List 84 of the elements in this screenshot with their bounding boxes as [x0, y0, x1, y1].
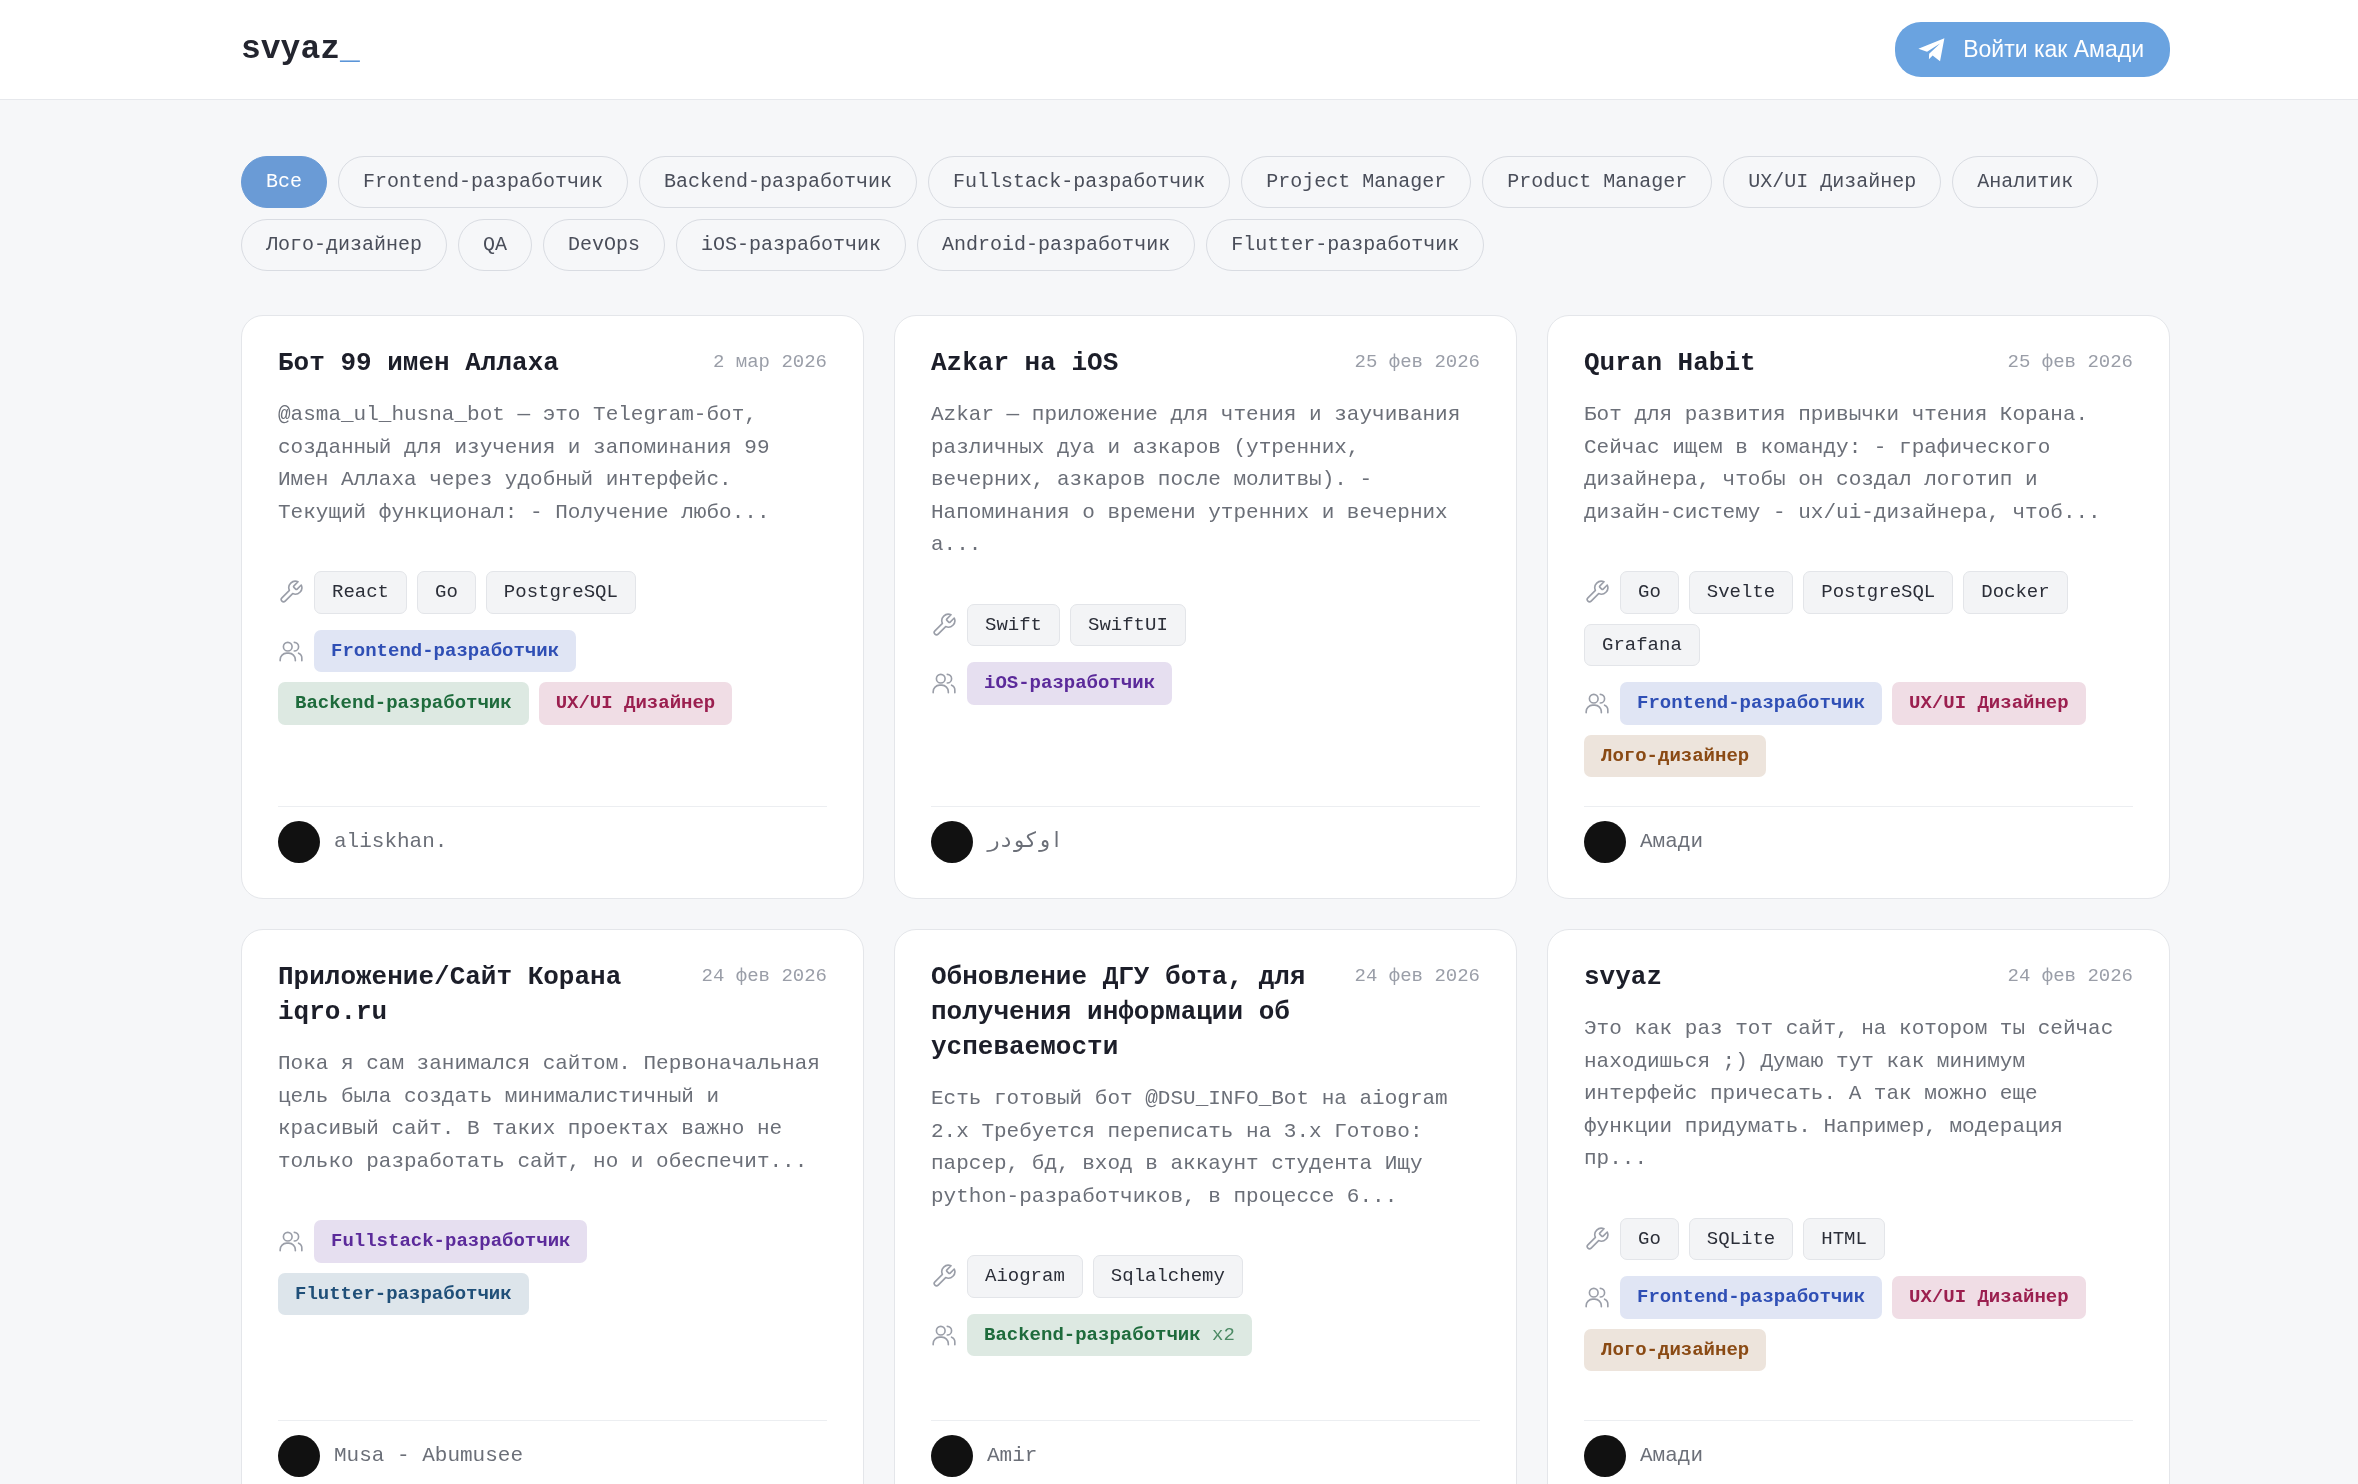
tech-tag: Swift — [967, 603, 1060, 646]
tech-tag: Go — [1620, 1217, 1679, 1260]
role-tag: Flutter-разработчик — [278, 1272, 529, 1315]
avatar-placeholder — [278, 1435, 320, 1477]
author-name: aliskhan. — [334, 829, 448, 855]
role-tag: Лого-дизайнер — [1584, 734, 1767, 777]
project-description: Azkar — приложение для чтения и заучивания различных дуа и азкаров (утренних, вечерних, азкаров после молитвы). - Напоминания о времени утренних и вечерних а... — [931, 402, 1462, 558]
author-name: Амади — [1640, 1443, 1703, 1469]
project-title: Бот 99 имен Аллаха — [278, 347, 559, 380]
tech-tag: React — [314, 571, 407, 614]
avatar-placeholder — [1584, 1435, 1626, 1477]
role-tag: UX/UI Дизайнер — [1892, 1276, 2086, 1319]
project-description: Это как раз тот сайт, на котором ты сейчас находишься ;) Думаю тут как минимум интерфейс причесать. А так можно еще функции придумать. Например, модерация пр... — [1584, 1016, 2115, 1172]
project-title: Приложение/Сайт Корана iqro.ru — [278, 961, 623, 1029]
avatar-placeholder — [278, 821, 320, 863]
project-card[interactable] — [241, 315, 864, 899]
avatar-placeholder — [931, 821, 973, 863]
filter-chip[interactable]: DevOps — [543, 219, 666, 271]
project-title: Azkar на iOS — [931, 347, 1119, 380]
wrench-icon — [1584, 579, 1610, 606]
tech-tag: Svelte — [1688, 571, 1794, 614]
filter-chip[interactable]: Backend-разработчик — [639, 156, 918, 208]
logo[interactable]: svyaz — [241, 30, 341, 68]
role-tag: Frontend-разработчик — [314, 629, 577, 672]
filter-chip[interactable]: iOS-разработчик — [676, 219, 907, 271]
project-title: Обновление ДГУ бота, для получения информации об успеваемости — [931, 961, 1307, 1064]
role-tag: UX/UI Дизайнер — [538, 682, 733, 725]
tech-tag: Go — [1620, 571, 1679, 614]
project-card[interactable] — [894, 929, 1517, 1484]
tech-tag: Docker — [1963, 571, 2068, 614]
project-card[interactable] — [894, 315, 1517, 899]
filter-chip[interactable]: QA — [458, 219, 533, 271]
filter-chip[interactable]: Аналитик — [1952, 156, 2099, 208]
filter-chip[interactable]: Лого-дизайнер — [241, 219, 448, 271]
post-date: 24 фев 2026 — [2007, 964, 2133, 989]
project-description: Пока я сам занимался сайтом. Первоначальная цель была создать минималистичный и красивый сайт. В таких проектах важно не только разработать сайт, но и обеспечит... — [278, 1051, 821, 1175]
project-card[interactable] — [1547, 315, 2170, 899]
project-description: Бот для развития привычки чтения Корана. Сейчас ищем в команду: - графического дизайнера, чтобы он создал логотип и дизайн-систему - ux/ui-дизайнера, чтоб... — [1584, 402, 2102, 526]
post-date: 24 фев 2026 — [1354, 964, 1480, 989]
filter-chip[interactable]: Product Manager — [1482, 156, 1713, 208]
project-title: Quran Habit — [1584, 347, 1756, 380]
author-name: اوكودر — [987, 829, 1063, 855]
tech-tag: Go — [417, 571, 476, 614]
tech-tag: Aiogram — [967, 1255, 1083, 1298]
role-tag: Backend-разработчик x2 — [967, 1313, 1252, 1356]
filter-chip[interactable]: Fullstack-разработчик — [928, 156, 1231, 208]
tech-tag: SwiftUI — [1070, 603, 1186, 646]
author-name: Musa - Abumusee — [334, 1443, 524, 1469]
tech-tag: HTML — [1803, 1217, 1885, 1260]
filter-chip[interactable]: UX/UI Дизайнер — [1723, 156, 1942, 208]
author-name: Амади — [1640, 829, 1703, 855]
tech-tag: PostgreSQL — [1803, 571, 1954, 614]
role-tag: Fullstack-разработчик — [314, 1220, 588, 1263]
role-tag: Frontend-разработчик — [1620, 682, 1883, 725]
tech-tag: PostgreSQL — [485, 571, 636, 614]
role-tag: Backend-разработчик — [278, 682, 529, 725]
tech-tag: Sqlalchemy — [1092, 1255, 1243, 1298]
tech-tag: Grafana — [1584, 623, 1700, 666]
avatar-placeholder — [1584, 821, 1626, 863]
post-date: 25 фев 2026 — [2007, 350, 2133, 375]
logo-cursor: _ — [340, 30, 360, 68]
project-description: Есть готовый бот @DSU_INFO_Bot на aiogram 2.x Требуется переписать на 3.x Готово: парсер, бд, вход в аккаунт студента Ищу python-разработчиков, в процессе 6... — [931, 1086, 1449, 1210]
project-description: @asma_ul_husna_bot — это Telegram-бот, созданный для изучения и запоминания 99 Имен Аллаха через удобный интерфейс. Текущий функционал: - Получение любо... — [278, 402, 771, 526]
role-tag: Лого-дизайнер — [1584, 1328, 1767, 1371]
wrench-icon — [1584, 1225, 1610, 1252]
role-tag: Frontend-разработчик — [1620, 1276, 1883, 1319]
role-tag: iOS-разработчик — [967, 662, 1173, 705]
author-name: Amir — [987, 1443, 1038, 1469]
tech-tag: SQLite — [1688, 1217, 1794, 1260]
role-tag: UX/UI Дизайнер — [1892, 682, 2086, 725]
filter-chip[interactable]: Flutter-разработчик — [1206, 219, 1485, 271]
wrench-icon — [931, 611, 957, 638]
post-date: 24 фев 2026 — [701, 964, 827, 989]
post-date: 25 фев 2026 — [1354, 350, 1480, 375]
avatar-placeholder — [931, 1435, 973, 1477]
post-date: 2 мар 2026 — [712, 350, 827, 375]
filter-chip[interactable]: Android-разработчик — [917, 219, 1196, 271]
filter-chip[interactable]: Frontend-разработчик — [338, 156, 629, 208]
wrench-icon — [931, 1263, 957, 1290]
project-card[interactable] — [1547, 929, 2170, 1484]
project-title: svyaz — [1584, 961, 1662, 994]
filter-chip[interactable]: Project Manager — [1241, 156, 1472, 208]
project-card[interactable] — [241, 929, 864, 1484]
wrench-icon — [278, 579, 304, 606]
